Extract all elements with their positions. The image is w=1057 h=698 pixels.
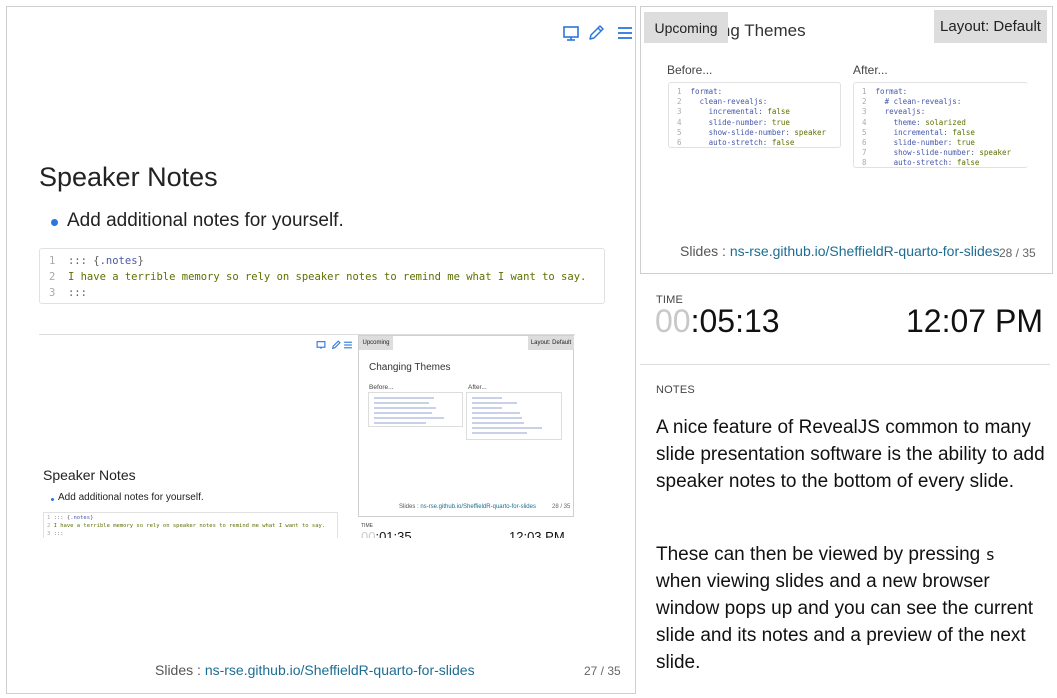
mini-upcoming-footer: Slides : ns-rse.github.io/SheffieldR-qua…: [399, 504, 536, 510]
slide-footer: Slides : ns-rse.github.io/SheffieldR-qua…: [155, 662, 475, 678]
mini-upcoming-slide-number: 28 / 35: [552, 504, 571, 510]
mini-clock: 12:03 PM: [509, 529, 565, 538]
line-number: 2: [49, 271, 68, 283]
line-number: 1: [49, 255, 68, 267]
code-line: 1 format:: [677, 87, 723, 96]
mini-slide-title: Speaker Notes: [43, 467, 136, 483]
menu-icon[interactable]: [616, 24, 634, 42]
bullet-marker: [51, 219, 58, 226]
mini-before-code: [368, 392, 463, 427]
timer[interactable]: 00:05:13: [655, 303, 780, 340]
mini-bullet-text: Add additional notes for yourself.: [58, 492, 204, 503]
code-line: 4 theme: solarized: [862, 117, 966, 127]
before-label: Before...: [667, 63, 713, 77]
mini-next-title: Changing Themes: [369, 362, 451, 373]
mini-bullet-marker: [51, 498, 54, 501]
notes-label: NOTES: [656, 384, 695, 396]
timer-minutes-seconds: :05:13: [690, 303, 780, 339]
code-line: 6 slide-number: true: [862, 138, 975, 147]
code-line: 5 incremental: false: [862, 127, 975, 137]
code-line: 1 format:: [862, 87, 908, 96]
upcoming-slide-number: 28 / 35: [999, 246, 1036, 260]
code-line: 2 # clean-revealjs:: [862, 97, 962, 107]
current-slide-panel: Speaker Notes Add additional notes for y…: [6, 6, 636, 694]
before-code-block: 1 format: 2 clean-revealjs: 3 incremental:…: [668, 82, 841, 148]
code-line: 3 :::: [49, 287, 87, 299]
upcoming-footer: Slides : ns-rse.github.io/SheffieldR-qua…: [680, 243, 1000, 259]
key-code: s: [985, 545, 996, 564]
mini-code-block: 1 ::: {.notes} 2 I have a terrible memor…: [43, 512, 338, 538]
bullet-text: Add additional notes for yourself.: [67, 210, 344, 231]
mini-before-label: Before...: [369, 384, 394, 391]
mini-after-label: After...: [468, 384, 487, 391]
layout-button[interactable]: Layout: Default: [934, 10, 1047, 43]
timer-hours: 00: [655, 303, 691, 339]
presenter-snapshot: Speaker Notes Add additional notes for y…: [39, 334, 575, 538]
mini-layout-badge: Layout: Default: [528, 336, 574, 350]
upcoming-slide-panel[interactable]: Changing Themes Upcoming Before... After…: [640, 6, 1053, 274]
slide-number: 27 / 35: [584, 664, 621, 678]
code-line: 4 slide-number: true: [677, 117, 790, 127]
pen-icon[interactable]: [587, 24, 605, 42]
code-line: 6 auto-stretch: false: [677, 138, 795, 147]
mini-timer: 00:01:35: [361, 529, 412, 538]
code-line: 2 I have a terrible memory so rely on sp…: [49, 271, 587, 283]
code-block: 1 ::: {.notes}2 I have a terrible memory…: [39, 248, 605, 304]
notes-paragraph-2: These can then be viewed by pressing s wh…: [656, 544, 1034, 673]
code-line: 8 auto-stretch: false: [862, 158, 980, 168]
code-line: 7 show-slide-number: speaker: [862, 148, 1012, 158]
footer-link[interactable]: ns-rse.github.io/SheffieldR-quarto-for-s…: [205, 662, 475, 678]
time-divider: [640, 364, 1050, 365]
mini-upcoming-badge: Upcoming: [359, 336, 393, 350]
slide-title: Speaker Notes: [39, 162, 218, 192]
slides-icon[interactable]: [562, 24, 580, 42]
code-line: 1 ::: {.notes}: [49, 255, 144, 267]
mini-after-code: [466, 392, 562, 440]
notes-paragraph-1: A nice feature of RevealJS common to man…: [656, 417, 1045, 492]
mini-slides-icon: [316, 341, 326, 349]
mini-pen-icon: [331, 340, 341, 350]
upcoming-badge: Upcoming: [644, 12, 728, 43]
line-number: 3: [49, 287, 68, 299]
code-line: 5 show-slide-number: speaker: [677, 127, 827, 137]
clock: 12:07 PM: [906, 303, 1043, 339]
code-line: 3 incremental: false: [677, 107, 790, 117]
after-code-block: 1 format: 2 # clean-revealjs: 3 revealjs: 4…: [853, 82, 1028, 168]
code-line: 3 revealjs:: [862, 107, 926, 117]
code-line: 2 clean-revealjs:: [677, 97, 768, 107]
mini-menu-icon: [344, 341, 352, 349]
after-label: After...: [853, 63, 888, 77]
